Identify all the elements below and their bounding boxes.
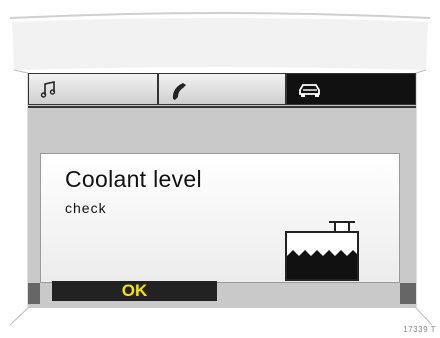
tab-phone[interactable] [158,73,286,105]
coolant-reservoir-icon [285,221,359,281]
tab-divider [28,106,416,108]
car-icon [299,84,320,97]
tab-bar [28,73,416,107]
tab-audio[interactable] [28,73,158,105]
figure-reference: 17339 T [403,325,436,334]
softkey-left-edge [28,283,40,304]
tab-vehicle[interactable] [286,73,416,105]
ok-button-label: OK [121,281,148,300]
music-note-icon [40,81,56,98]
message-panel: Coolant level check [40,153,400,283]
ok-button[interactable]: OK [52,281,217,301]
softkey-right-edge [400,283,416,304]
message-title: Coolant level [65,166,202,192]
phone-icon [172,83,186,100]
message-subtitle: check [65,200,107,216]
